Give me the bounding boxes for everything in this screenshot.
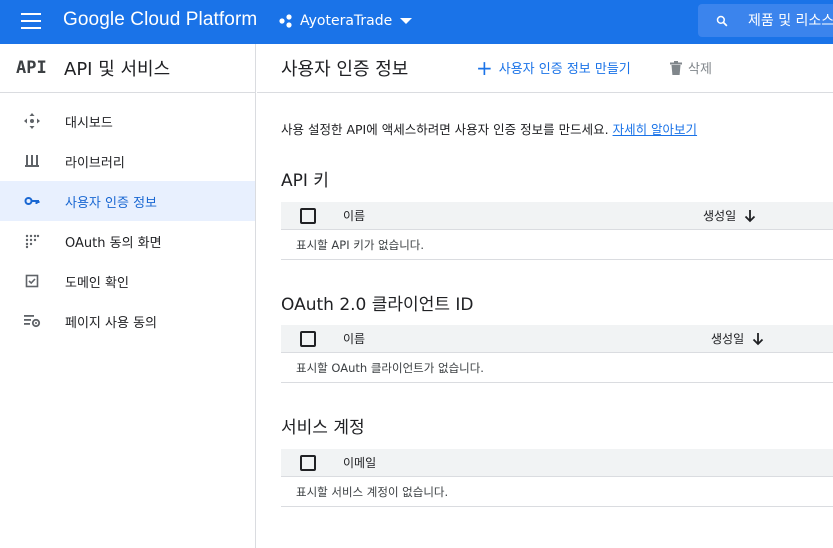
- api-keys-empty-row: 표시할 API 키가 없습니다.: [281, 231, 833, 260]
- sidebar-item-label: 대시보드: [65, 115, 113, 131]
- arrow-down-icon: [744, 209, 756, 222]
- column-name[interactable]: 이름: [343, 330, 365, 347]
- add-icon: +: [476, 55, 493, 80]
- chevron-down-icon: [400, 18, 413, 24]
- page-usage-icon: [23, 312, 41, 330]
- column-created-date[interactable]: 생성일: [703, 207, 756, 224]
- menu-icon[interactable]: [21, 13, 41, 29]
- oauth-clients-title: OAuth 2.0 클라이언트 ID: [281, 295, 474, 315]
- sidebar-item-dashboard[interactable]: 대시보드: [0, 101, 255, 141]
- search-bar[interactable]: [698, 4, 833, 37]
- empty-message: 표시할 서비스 계정이 없습니다.: [296, 485, 449, 499]
- select-all-checkbox[interactable]: [300, 454, 316, 471]
- sidebar-item-page-usage[interactable]: 페이지 사용 동의: [0, 301, 255, 341]
- api-keys-title: API 키: [281, 171, 329, 191]
- column-created-label: 생성일: [703, 209, 737, 223]
- sidebar-item-label: 페이지 사용 동의: [65, 315, 157, 331]
- select-all-checkbox[interactable]: [300, 330, 316, 347]
- sidebar-item-oauth-consent[interactable]: OAuth 동의 화면: [0, 221, 255, 261]
- key-icon: [23, 192, 41, 210]
- api-keys-table-header: 이름 생성일: [281, 202, 833, 230]
- project-name: AyoteraTrade: [300, 13, 393, 29]
- sidebar-item-label: 사용자 인증 정보: [65, 195, 157, 211]
- oauth-empty-row: 표시할 OAuth 클라이언트가 없습니다.: [281, 354, 833, 383]
- learn-more-link[interactable]: 자세히 알아보기: [613, 122, 697, 137]
- arrow-down-icon: [752, 332, 764, 345]
- column-created-label: 생성일: [711, 332, 745, 346]
- column-email[interactable]: 이메일: [343, 454, 376, 471]
- sidebar: API API 및 서비스 대시보드 라이브러리 사용자 인증 정보 OAuth…: [0, 44, 256, 548]
- trash-icon: [670, 60, 682, 75]
- sidebar-item-label: 라이브러리: [65, 155, 125, 171]
- sidebar-title: API 및 서비스: [64, 59, 171, 80]
- page-title: 사용자 인증 정보: [281, 59, 409, 80]
- select-all-checkbox[interactable]: [300, 207, 316, 224]
- sidebar-nav: 대시보드 라이브러리 사용자 인증 정보 OAuth 동의 화면 도메인 확인 …: [0, 101, 255, 341]
- empty-message: 표시할 API 키가 없습니다.: [296, 238, 425, 252]
- intro-text: 사용 설정한 API에 액세스하려면 사용자 인증 정보를 만드세요. 자세히 …: [281, 119, 697, 138]
- sidebar-item-label: OAuth 동의 화면: [65, 235, 162, 251]
- column-created-date[interactable]: 생성일: [711, 330, 764, 347]
- oauth-consent-icon: [23, 232, 41, 250]
- sidebar-item-credentials[interactable]: 사용자 인증 정보: [0, 181, 255, 221]
- delete-button[interactable]: 삭제: [670, 58, 712, 77]
- sidebar-header: API API 및 서비스: [0, 44, 255, 93]
- brand-title[interactable]: Google Cloud Platform: [63, 9, 257, 31]
- column-name[interactable]: 이름: [343, 207, 365, 224]
- service-accounts-empty-row: 표시할 서비스 계정이 없습니다.: [281, 478, 833, 507]
- library-icon: [23, 152, 41, 170]
- main-content: 사용자 인증 정보 + 사용자 인증 정보 만들기 삭제 사용 설정한 API에…: [257, 44, 833, 548]
- empty-message: 표시할 OAuth 클라이언트가 없습니다.: [296, 361, 484, 375]
- create-credentials-button[interactable]: + 사용자 인증 정보 만들기: [476, 55, 631, 80]
- search-input[interactable]: [748, 12, 833, 29]
- create-credentials-label: 사용자 인증 정보 만들기: [498, 62, 631, 77]
- delete-label: 삭제: [688, 62, 712, 77]
- search-icon: [716, 15, 728, 26]
- project-selector[interactable]: AyoteraTrade: [278, 8, 413, 34]
- api-logo: API: [16, 58, 47, 78]
- intro-description: 사용 설정한 API에 액세스하려면 사용자 인증 정보를 만드세요.: [281, 122, 609, 137]
- sidebar-item-library[interactable]: 라이브러리: [0, 141, 255, 181]
- top-app-bar: Google Cloud Platform AyoteraTrade: [0, 0, 833, 44]
- domain-verify-icon: [23, 272, 41, 290]
- service-accounts-title: 서비스 계정: [281, 418, 365, 438]
- sidebar-item-domain-verify[interactable]: 도메인 확인: [0, 261, 255, 301]
- oauth-table-header: 이름 생성일: [281, 325, 833, 353]
- page-header: 사용자 인증 정보 + 사용자 인증 정보 만들기 삭제: [257, 44, 833, 93]
- project-dots-icon: [279, 14, 292, 28]
- service-accounts-table-header: 이메일: [281, 449, 833, 477]
- sidebar-item-label: 도메인 확인: [65, 275, 129, 291]
- dashboard-icon: [23, 112, 41, 130]
